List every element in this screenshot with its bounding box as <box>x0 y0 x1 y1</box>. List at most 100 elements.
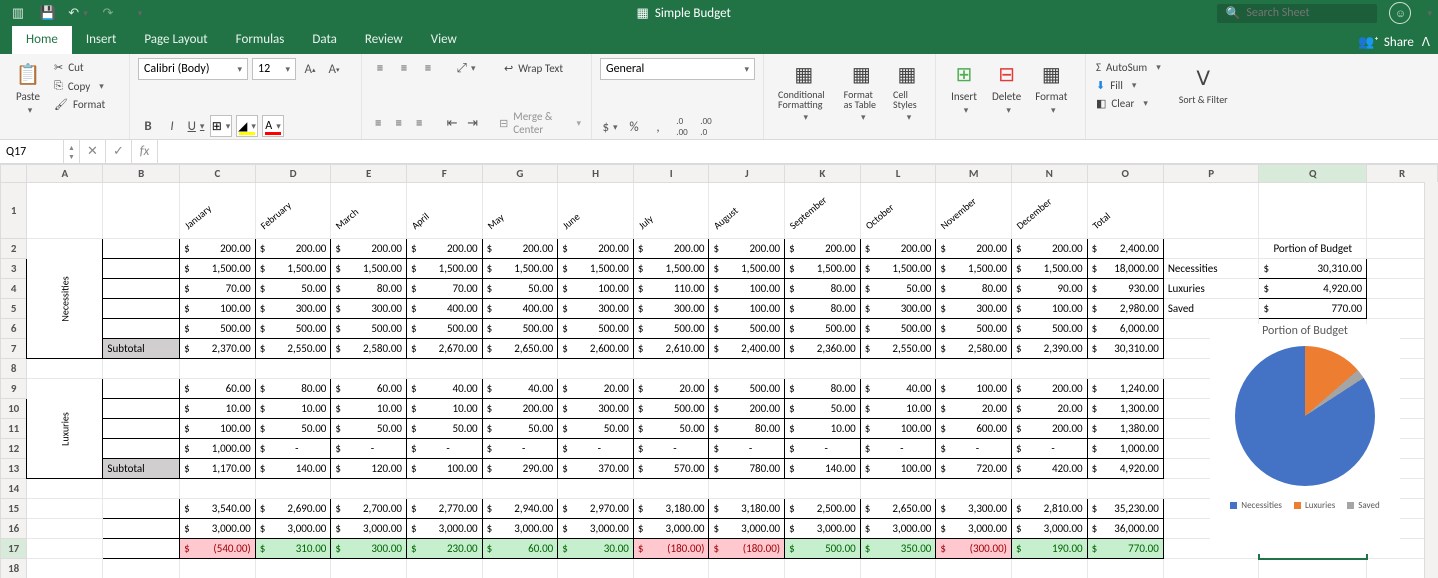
align-top-icon[interactable]: ≡ <box>370 58 390 78</box>
name-box[interactable]: Q17 <box>0 140 64 163</box>
worksheet-grid[interactable]: ABCDEFGHIJKLMNOPQR1JanuaryFebruaryMarchA… <box>0 164 1438 578</box>
cancel-formula-icon[interactable]: ✕ <box>80 140 106 163</box>
row-header-10[interactable]: 10 <box>1 399 27 419</box>
orientation-icon[interactable]: ⤢▾ <box>456 58 476 78</box>
row-header-1[interactable]: 1 <box>1 183 27 239</box>
border-button[interactable]: ⊞▾ <box>210 115 232 137</box>
pie-chart[interactable]: Portion of Budget Necessities Luxuries S… <box>1210 324 1400 554</box>
col-header-H[interactable]: H <box>558 165 634 183</box>
row-header-8[interactable]: 8 <box>1 359 27 379</box>
feedback-dropdown-icon[interactable]: ▾ <box>1427 8 1432 19</box>
col-header-G[interactable]: G <box>482 165 558 183</box>
currency-icon[interactable]: $▾ <box>600 117 620 137</box>
increase-decimal-icon[interactable]: .0.00 <box>672 117 692 137</box>
increase-indent-icon[interactable]: ⇥ <box>464 113 481 133</box>
align-bottom-icon[interactable]: ≡ <box>418 58 438 78</box>
format-cells-button[interactable]: ▦Format▾ <box>1029 58 1073 118</box>
col-header-K[interactable]: K <box>785 165 861 183</box>
decrease-indent-icon[interactable]: ⇤ <box>444 113 461 133</box>
row-header-3[interactable]: 3 <box>1 259 27 279</box>
row-header-14[interactable]: 14 <box>1 479 27 499</box>
cut-button[interactable]: ✂Cut <box>52 60 107 75</box>
enter-formula-icon[interactable]: ✓ <box>106 140 132 163</box>
col-header-R[interactable]: R <box>1367 165 1438 183</box>
col-header-J[interactable]: J <box>709 165 785 183</box>
clear-button[interactable]: ◧Clear▾ <box>1094 96 1163 111</box>
paste-button[interactable]: 📋 Paste ▾ <box>8 58 48 118</box>
undo-icon[interactable]: ↶▾ <box>66 2 90 24</box>
align-middle-icon[interactable]: ≡ <box>394 58 414 78</box>
row-header-4[interactable]: 4 <box>1 279 27 299</box>
col-header-B[interactable]: B <box>103 165 180 183</box>
percent-icon[interactable]: % <box>624 117 644 137</box>
tab-page-layout[interactable]: Page Layout <box>130 26 221 54</box>
row-header-9[interactable]: 9 <box>1 379 27 399</box>
redo-icon[interactable]: ↷ <box>96 2 120 24</box>
col-header-L[interactable]: L <box>860 165 936 183</box>
cell-styles-button[interactable]: ▦Cell Styles▾ <box>887 58 927 125</box>
number-format-select[interactable]: General▾ <box>600 58 755 80</box>
row-header-2[interactable]: 2 <box>1 239 27 259</box>
formula-input[interactable] <box>158 140 1438 163</box>
insert-cells-button[interactable]: ⊞Insert▾ <box>944 58 984 118</box>
search-input[interactable] <box>1246 6 1366 20</box>
italic-button[interactable]: I <box>162 116 182 136</box>
row-header-7[interactable]: 7 <box>1 339 27 359</box>
font-name-select[interactable]: Calibri (Body)▾ <box>138 58 248 80</box>
tab-review[interactable]: Review <box>351 26 417 54</box>
row-header-18[interactable]: 18 <box>1 559 27 578</box>
vertical-scrollbar[interactable] <box>1424 182 1438 578</box>
tab-formulas[interactable]: Formulas <box>222 26 299 54</box>
row-header-17[interactable]: 17 <box>1 539 27 559</box>
panel-toggle-icon[interactable]: ▥ <box>6 2 30 24</box>
row-header-15[interactable]: 15 <box>1 499 27 519</box>
format-painter-button[interactable]: 🖌Format <box>52 97 107 112</box>
increase-font-icon[interactable]: A▴ <box>300 59 320 79</box>
collapse-ribbon-icon[interactable]: ᐱ <box>1422 35 1430 50</box>
fill-button[interactable]: ⬇Fill▾ <box>1094 78 1163 93</box>
share-button[interactable]: 👥⁺ Share <box>1358 35 1414 50</box>
font-size-select[interactable]: 12▾ <box>252 58 296 80</box>
col-header-P[interactable]: P <box>1163 165 1259 183</box>
row-header-5[interactable]: 5 <box>1 299 27 319</box>
autosum-button[interactable]: ΣAutoSum▾ <box>1094 60 1163 75</box>
search-sheet[interactable]: 🔍 <box>1217 4 1377 23</box>
comma-icon[interactable]: , <box>648 117 668 137</box>
col-header-F[interactable]: F <box>406 165 482 183</box>
tab-home[interactable]: Home <box>12 26 72 54</box>
sort-filter-button[interactable]: ᐯSort & Filter <box>1173 58 1234 111</box>
copy-button[interactable]: ⎘Copy▾ <box>52 78 107 94</box>
col-header-N[interactable]: N <box>1011 165 1087 183</box>
col-header-A[interactable]: A <box>27 165 103 183</box>
bold-button[interactable]: B <box>138 116 158 136</box>
row-header-6[interactable]: 6 <box>1 319 27 339</box>
delete-cells-button[interactable]: ⊟Delete▾ <box>986 58 1027 118</box>
align-right-icon[interactable]: ≡ <box>411 113 428 133</box>
feedback-icon[interactable]: ☺ <box>1389 2 1411 24</box>
col-header-M[interactable]: M <box>936 165 1012 183</box>
format-table-button[interactable]: ▦Format as Table▾ <box>838 58 885 125</box>
tab-data[interactable]: Data <box>298 26 351 54</box>
conditional-formatting-button[interactable]: ▦Conditional Formatting▾ <box>772 58 836 125</box>
decrease-decimal-icon[interactable]: .00.0 <box>696 117 716 137</box>
col-header-I[interactable]: I <box>633 165 709 183</box>
merge-center-button[interactable]: ⊟Merge & Center▾ <box>497 109 583 137</box>
align-left-icon[interactable]: ≡ <box>370 113 387 133</box>
wrap-text-button[interactable]: ↩Wrap Text <box>502 61 565 76</box>
namebox-stepper[interactable]: ▲▼ <box>64 140 80 163</box>
underline-button[interactable]: U▾ <box>186 116 206 136</box>
align-center-icon[interactable]: ≡ <box>391 113 408 133</box>
row-header-11[interactable]: 11 <box>1 419 27 439</box>
row-header-13[interactable]: 13 <box>1 459 27 479</box>
font-color-button[interactable]: A▾ <box>262 115 284 137</box>
col-header-D[interactable]: D <box>255 165 331 183</box>
col-header-C[interactable]: C <box>180 165 256 183</box>
col-header-Q[interactable]: Q <box>1259 165 1367 183</box>
col-header-E[interactable]: E <box>331 165 407 183</box>
tab-insert[interactable]: Insert <box>72 26 131 54</box>
decrease-font-icon[interactable]: A▾ <box>324 59 344 79</box>
row-header-16[interactable]: 16 <box>1 519 27 539</box>
fill-color-button[interactable]: ◢▾ <box>236 115 258 137</box>
qat-customize-icon[interactable]: ▾ <box>126 2 150 24</box>
save-icon[interactable]: 💾 <box>36 2 60 24</box>
